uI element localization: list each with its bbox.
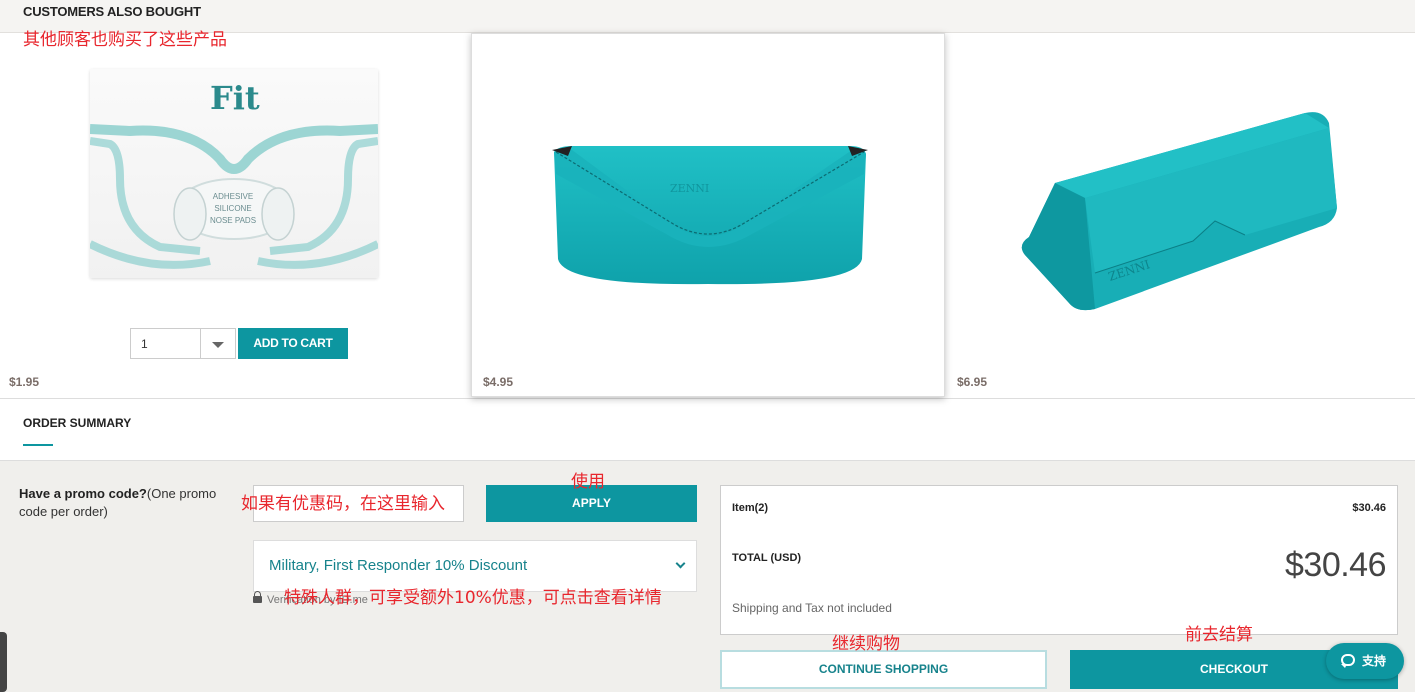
chevron-down-icon [675,558,686,569]
customers-also-bought-header: CUSTOMERS ALSO BOUGHT [0,0,1415,33]
page: CUSTOMERS ALSO BOUGHT Fit ADHESIVE SILIC… [0,0,1415,692]
support-chat-button[interactable]: 支持 [1326,643,1404,679]
discount-label: Military, First Responder 10% Discount [269,557,528,574]
military-discount-dropdown[interactable]: Military, First Responder 10% Discount [253,540,697,592]
product-image-case[interactable]: ZENNI [945,33,1415,397]
items-value: $30.46 [1352,502,1386,514]
product-card-pouch[interactable]: ZENNI $4.95 [471,33,945,397]
annotation-apply: 使用 [571,472,605,492]
shipping-note: Shipping and Tax not included [732,601,892,615]
continue-shopping-button[interactable]: CONTINUE SHOPPING [720,650,1047,689]
quantity-input[interactable]: 1 [130,328,201,359]
totals-box: Item(2) $30.46 TOTAL (USD) $30.46 Shippi… [720,485,1398,635]
box-text: ADHESIVE SILICONE NOSE PADS [209,192,257,225]
product-card-nose-pads[interactable]: Fit ADHESIVE SILICONE NOSE PADS 1 ADD TO… [0,33,471,397]
annotation-checkout: 前去结算 [1185,625,1253,645]
title-underline [23,444,53,446]
total-value: $30.46 [1285,546,1387,584]
promo-question: Have a promo code?(One promo code per or… [19,486,217,519]
total-label: TOTAL (USD) [732,552,802,564]
add-to-cart-button[interactable]: ADD TO CART [238,328,348,359]
product-card-case[interactable]: ZENNI $6.95 [945,33,1415,397]
caret-down-icon [212,342,224,348]
product-image-nose-pads[interactable]: Fit ADHESIVE SILICONE NOSE PADS [90,69,378,278]
side-feedback-tab[interactable] [0,632,7,692]
annotation-discount: 特殊人群，可享受额外10%优惠，可点击查看详情 [284,588,662,608]
quantity-dropdown[interactable] [201,328,236,359]
product-price: $4.95 [483,375,514,389]
product-image-pouch[interactable]: ZENNI [472,34,946,398]
annotation-continue: 继续购物 [832,634,900,654]
items-label: Item(2) [732,502,769,514]
product-price: $1.95 [9,375,40,389]
annotation-also-bought: 其他顾客也购买了这些产品 [23,30,227,50]
annotation-promo-input: 如果有优惠码，在这里输入 [241,494,445,514]
order-summary-title: ORDER SUMMARY [23,416,132,430]
fit-logo-text: Fit [210,79,260,117]
order-summary-header: ORDER SUMMARY [0,398,1415,461]
svg-text:ZENNI: ZENNI [670,182,709,195]
order-summary-panel: Have a promo code?(One promo code per or… [0,461,1415,692]
chat-bubble-icon [1341,654,1355,668]
section-title: CUSTOMERS ALSO BOUGHT [23,4,201,19]
product-price: $6.95 [957,375,988,389]
lock-icon [253,591,262,603]
